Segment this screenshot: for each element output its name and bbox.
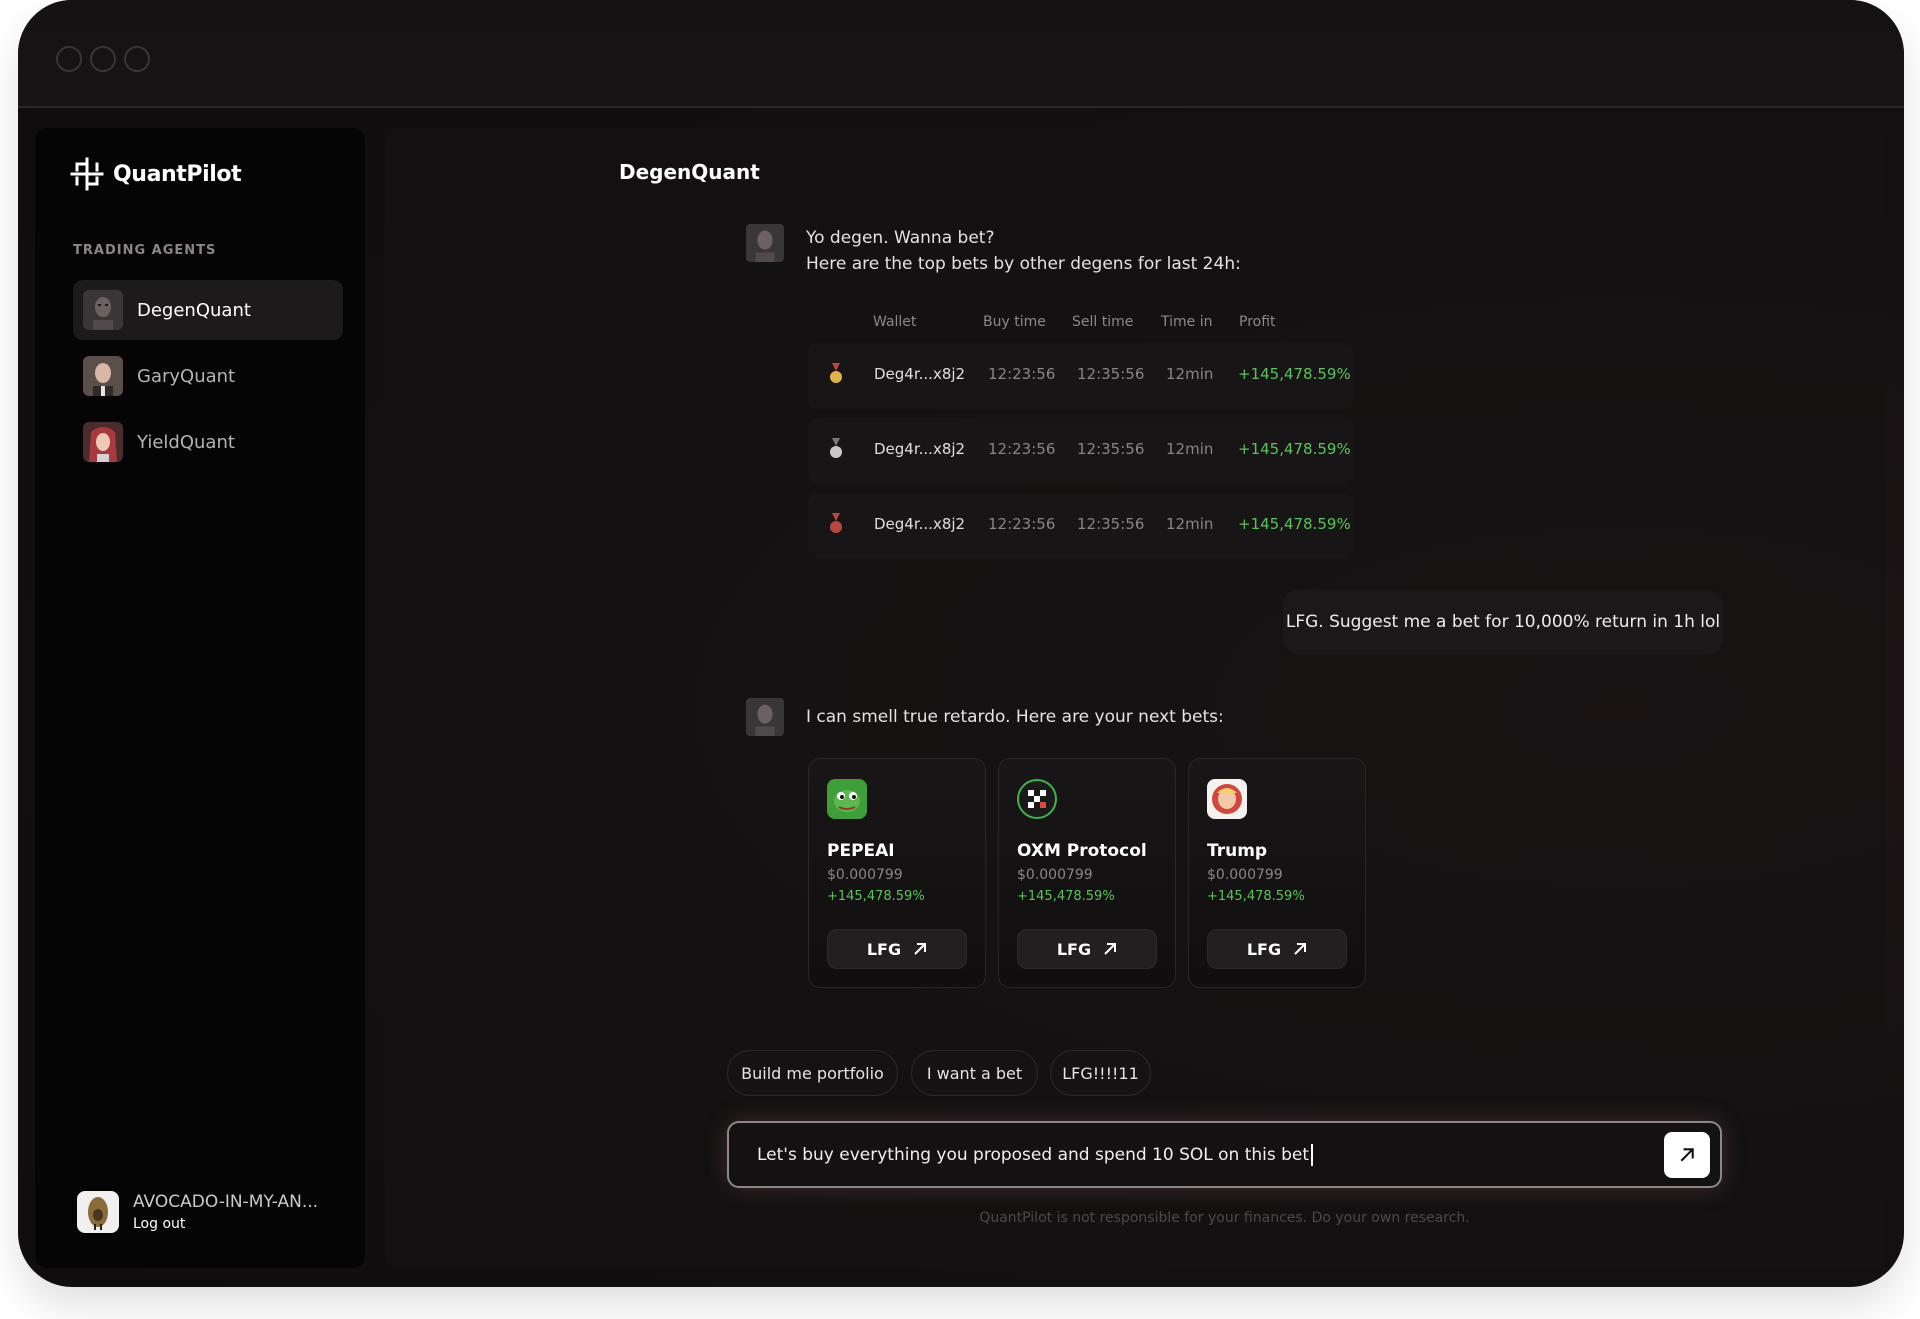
agent-avatar — [746, 224, 784, 262]
user-name: AVOCADO-IN-MY-AN... — [133, 1192, 319, 1212]
lfg-label: LFG — [1056, 939, 1092, 959]
text-caret — [1311, 1144, 1314, 1166]
brand-logo[interactable]: QuantPilot — [69, 156, 242, 192]
column-header-buy-time: Buy time — [983, 314, 1046, 330]
sell-time-cell: 12:35:56 — [1077, 515, 1145, 533]
gold-medal-icon — [830, 363, 842, 383]
minimize-window-button[interactable] — [90, 46, 116, 72]
trading-agents-label: TRADING AGENTS — [73, 243, 217, 258]
arrow-up-right-icon — [1680, 1148, 1694, 1162]
sidebar-item-degenquant[interactable]: DegenQuant — [73, 280, 343, 340]
bet-change: +145,478.59% — [1207, 889, 1305, 904]
pepe-frog-icon — [827, 779, 867, 819]
disclaimer: QuantPilot is not responsible for your f… — [979, 1210, 1470, 1226]
column-header-sell-time: Sell time — [1072, 314, 1134, 330]
avatar — [77, 1191, 119, 1233]
user-profile[interactable]: AVOCADO-IN-MY-AN... Log out — [77, 1191, 318, 1233]
bet-card-trump[interactable]: Trump $0.000799 +145,478.59% LFG — [1188, 758, 1366, 988]
agent-avatar — [746, 698, 784, 736]
table-row[interactable]: Deg4r...x8j2 12:23:56 12:35:56 12min +14… — [808, 418, 1354, 484]
bet-price: $0.000799 — [827, 867, 903, 883]
agent-message: I can smell true retardo. Here are your … — [806, 707, 1224, 727]
bet-price: $0.000799 — [1207, 867, 1283, 883]
column-header-time-in: Time in — [1161, 314, 1213, 330]
profit-cell: +145,478.59% — [1238, 365, 1351, 383]
brand-name: QuantPilot — [113, 161, 242, 187]
message-input-value: Let's buy everything you proposed and sp… — [757, 1145, 1310, 1165]
bet-price: $0.000799 — [1017, 867, 1093, 883]
message-input[interactable]: Let's buy everything you proposed and sp… — [727, 1121, 1722, 1188]
buy-time-cell: 12:23:56 — [988, 515, 1056, 533]
close-window-button[interactable] — [56, 46, 82, 72]
bet-name: OXM Protocol — [1017, 841, 1147, 861]
user-message: LFG. Suggest me a bet for 10,000% return… — [1283, 590, 1723, 654]
agent-message: Yo degen. Wanna bet? Here are the top be… — [806, 225, 1241, 277]
lfg-label: LFG — [1246, 939, 1282, 959]
buy-time-cell: 12:23:56 — [988, 440, 1056, 458]
page-title: DegenQuant — [619, 160, 760, 184]
buy-time-cell: 12:23:56 — [988, 365, 1056, 383]
arrow-up-right-icon — [1294, 943, 1307, 955]
message-line: Yo degen. Wanna bet? — [806, 228, 995, 248]
send-button[interactable] — [1664, 1132, 1710, 1178]
bet-change: +145,478.59% — [827, 889, 925, 904]
wallet-cell: Deg4r...x8j2 — [874, 365, 966, 383]
time-in-cell: 12min — [1166, 515, 1214, 533]
profit-cell: +145,478.59% — [1238, 515, 1351, 533]
chat-panel — [385, 128, 1885, 1268]
sell-time-cell: 12:35:56 — [1077, 440, 1145, 458]
message-input-text[interactable]: Let's buy everything you proposed and sp… — [757, 1144, 1314, 1166]
sidebar: QuantPilot TRADING AGENTS DegenQuant Gar… — [35, 128, 365, 1268]
suggestion-chip-build-portfolio[interactable]: Build me portfolio — [727, 1050, 898, 1096]
silver-medal-icon — [830, 438, 842, 458]
arrow-up-right-icon — [914, 943, 927, 955]
table-row[interactable]: Deg4r...x8j2 12:23:56 12:35:56 12min +14… — [808, 343, 1354, 409]
suggestion-chip-want-bet[interactable]: I want a bet — [911, 1050, 1038, 1096]
wallet-cell: Deg4r...x8j2 — [874, 515, 966, 533]
quantpilot-logo-icon — [70, 157, 104, 191]
oxm-logo-icon — [1017, 779, 1057, 819]
table-row[interactable]: Deg4r...x8j2 12:23:56 12:35:56 12min +14… — [808, 493, 1354, 559]
maximize-window-button[interactable] — [124, 46, 150, 72]
column-header-profit: Profit — [1239, 314, 1276, 330]
sidebar-item-garyquant[interactable]: GaryQuant — [73, 346, 343, 406]
app-window: QuantPilot TRADING AGENTS DegenQuant Gar… — [18, 0, 1904, 1287]
arrow-up-right-icon — [1104, 943, 1117, 955]
wallet-cell: Deg4r...x8j2 — [874, 440, 966, 458]
sidebar-item-label: GaryQuant — [137, 365, 236, 387]
logout-link[interactable]: Log out — [133, 1216, 318, 1232]
sidebar-item-yieldquant[interactable]: YieldQuant — [73, 412, 343, 472]
avatar — [83, 290, 123, 330]
bet-card-pepeai[interactable]: PEPEAI $0.000799 +145,478.59% LFG — [808, 758, 986, 988]
column-header-wallet: Wallet — [873, 314, 917, 330]
suggestion-chip-lfg[interactable]: LFG!!!!11 — [1050, 1050, 1151, 1096]
time-in-cell: 12min — [1166, 440, 1214, 458]
trump-token-icon — [1207, 779, 1247, 819]
sell-time-cell: 12:35:56 — [1077, 365, 1145, 383]
bronze-medal-icon — [830, 513, 842, 533]
message-line: Here are the top bets by other degens fo… — [806, 254, 1241, 274]
avatar — [83, 356, 123, 396]
avatar — [83, 422, 123, 462]
sidebar-item-label: DegenQuant — [137, 299, 251, 321]
lfg-button[interactable]: LFG — [1017, 929, 1157, 969]
bet-name: Trump — [1207, 841, 1268, 861]
bet-change: +145,478.59% — [1017, 889, 1115, 904]
sidebar-item-label: YieldQuant — [137, 431, 235, 453]
bet-card-oxm-protocol[interactable]: OXM Protocol $0.000799 +145,478.59% LFG — [998, 758, 1176, 988]
bet-name: PEPEAI — [827, 841, 895, 861]
title-bar — [18, 0, 1904, 108]
profit-cell: +145,478.59% — [1238, 440, 1351, 458]
lfg-button[interactable]: LFG — [1207, 929, 1347, 969]
lfg-button[interactable]: LFG — [827, 929, 967, 969]
time-in-cell: 12min — [1166, 365, 1214, 383]
lfg-label: LFG — [866, 939, 902, 959]
